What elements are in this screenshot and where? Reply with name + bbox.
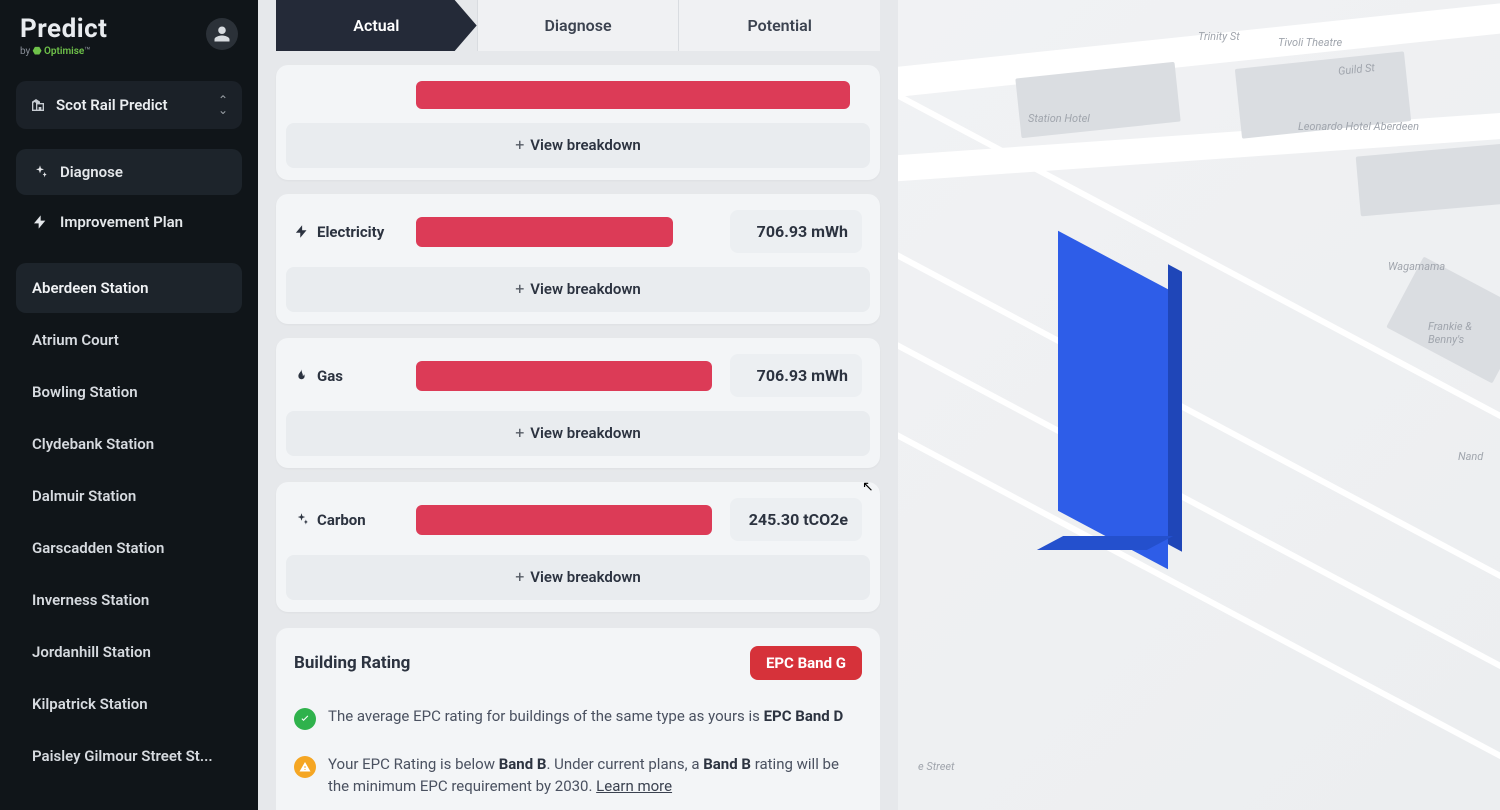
view-breakdown-button[interactable]: +View breakdown	[286, 123, 870, 168]
account-avatar-button[interactable]	[206, 18, 238, 50]
check-icon	[294, 708, 316, 730]
station-item[interactable]: Kilpatrick Station	[16, 679, 242, 729]
sparkle-icon	[32, 164, 48, 180]
metric-value-carbon: 245.30 tCO2e	[730, 498, 862, 541]
metric-value-gas: 706.93 mWh	[730, 354, 862, 397]
nav-improvement-plan[interactable]: Improvement Plan	[16, 199, 242, 245]
map-view[interactable]: Trinity St Tivoli Theatre Station Hotel …	[898, 0, 1500, 810]
metric-label-gas: Gas	[294, 367, 404, 385]
metric-label-carbon: Carbon	[294, 511, 404, 529]
project-selector[interactable]: Scot Rail Predict ⌃⌄	[16, 81, 242, 129]
tab-potential[interactable]: Potential	[678, 0, 880, 51]
plus-icon: +	[515, 279, 524, 298]
project-name: Scot Rail Predict	[56, 96, 208, 114]
advisory-item: Your EPC Rating is below Band B. Under c…	[294, 742, 862, 810]
map-label: e Street	[918, 760, 955, 773]
metric-label-electricity: Electricity	[294, 223, 404, 241]
mode-tabs: Actual Diagnose Potential	[276, 0, 880, 51]
metric-bar	[416, 361, 712, 391]
flame-icon	[294, 368, 309, 383]
station-item[interactable]: Atrium Court	[16, 315, 242, 365]
map-label: Trinity St	[1198, 30, 1240, 43]
building-icon	[30, 97, 46, 113]
chevron-updown-icon: ⌃⌄	[218, 95, 228, 115]
plus-icon: +	[515, 423, 524, 442]
station-item[interactable]: Paisley Gilmour Street St...	[16, 731, 242, 781]
metric-card-partial: +View breakdown	[276, 65, 880, 180]
station-item[interactable]: Clydebank Station	[16, 419, 242, 469]
advisory-text: The average EPC rating for buildings of …	[328, 706, 843, 728]
plus-icon: +	[515, 135, 524, 154]
station-item[interactable]: Jordanhill Station	[16, 627, 242, 677]
metric-card-gas: Gas 706.93 mWh +View breakdown	[276, 338, 880, 468]
user-icon	[213, 25, 231, 43]
nav-diagnose-label: Diagnose	[60, 163, 123, 181]
tab-actual[interactable]: Actual	[276, 0, 477, 51]
metric-card-carbon: Carbon 245.30 tCO2e +View breakdown	[276, 482, 880, 612]
view-breakdown-button[interactable]: +View breakdown	[286, 555, 870, 600]
detail-panel[interactable]: Actual Diagnose Potential +View breakdow…	[258, 0, 898, 810]
station-item[interactable]: Dalmuir Station	[16, 471, 242, 521]
nav-diagnose[interactable]: Diagnose	[16, 149, 242, 195]
station-list[interactable]: Aberdeen Station Atrium Court Bowling St…	[10, 261, 248, 810]
advisory-text: Your EPC Rating is below Band B. Under c…	[328, 754, 862, 798]
warning-icon	[294, 756, 316, 778]
advisory-item: The average EPC rating for buildings of …	[294, 694, 862, 742]
learn-more-link[interactable]: Learn more	[596, 777, 672, 795]
map-label: Nand	[1458, 450, 1483, 463]
metric-bar	[416, 217, 673, 247]
station-item[interactable]: Garscadden Station	[16, 523, 242, 573]
map-label: Frankie & Benny's	[1428, 320, 1500, 346]
main-area: Actual Diagnose Potential +View breakdow…	[258, 0, 1500, 810]
rating-title: Building Rating	[294, 653, 410, 673]
metric-bar	[416, 505, 712, 535]
bolt-icon	[32, 214, 48, 230]
brand-header: Predict by ⬣ Optimise™	[10, 8, 248, 67]
plus-icon: +	[515, 567, 524, 586]
tab-diagnose[interactable]: Diagnose	[477, 0, 679, 51]
sparkle-icon	[294, 512, 309, 527]
metric-value-electricity: 706.93 mWh	[730, 210, 862, 253]
metric-card-electricity: Electricity 706.93 mWh +View breakdown	[276, 194, 880, 324]
sidebar: Predict by ⬣ Optimise™ Scot Rail Predict…	[0, 0, 258, 810]
metric-bar	[416, 81, 850, 109]
station-item[interactable]: Aberdeen Station	[16, 263, 242, 313]
station-item[interactable]: Bowling Station	[16, 367, 242, 417]
map-label: Station Hotel	[1028, 112, 1090, 125]
station-item[interactable]: Inverness Station	[16, 575, 242, 625]
map-label: Tivoli Theatre	[1278, 36, 1342, 49]
epc-badge: EPC Band G	[750, 646, 862, 680]
selected-building-3d[interactable]	[978, 280, 1278, 580]
building-rating-card: Building Rating EPC Band G The average E…	[276, 628, 880, 810]
view-breakdown-button[interactable]: +View breakdown	[286, 267, 870, 312]
brand-subtitle: by ⬣ Optimise™	[20, 46, 107, 57]
brand-title: Predict	[20, 14, 107, 44]
view-breakdown-button[interactable]: +View breakdown	[286, 411, 870, 456]
advisory-list: The average EPC rating for buildings of …	[294, 694, 862, 810]
nav-improvement-label: Improvement Plan	[60, 213, 183, 231]
map-label: Leonardo Hotel Aberdeen	[1298, 120, 1419, 133]
map-label: Wagamama	[1388, 260, 1445, 273]
bolt-icon	[294, 224, 309, 239]
